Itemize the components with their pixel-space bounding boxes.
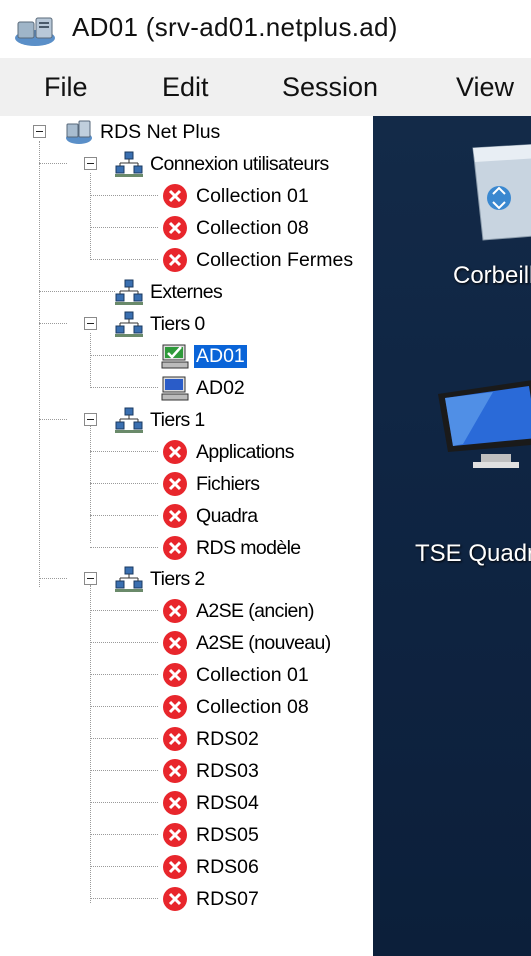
collapse-toggle[interactable] bbox=[84, 317, 97, 330]
error-icon bbox=[163, 536, 187, 560]
tree-item-label: RDS03 bbox=[196, 759, 259, 782]
tree-item[interactable]: Collection 08 bbox=[160, 691, 311, 723]
error-icon bbox=[163, 440, 187, 464]
tree-item-label: RDS02 bbox=[196, 727, 259, 750]
tree-item[interactable]: RDS05 bbox=[160, 819, 261, 851]
network-group-icon bbox=[115, 279, 143, 305]
menu-edit[interactable]: Edit bbox=[162, 72, 209, 103]
tree-group-label: Connexion utilisateurs bbox=[150, 152, 329, 175]
tree-item-label: Collection 08 bbox=[196, 216, 309, 239]
title-bar: AD01 (srv-ad01.netplus.ad) bbox=[0, 0, 531, 58]
tree-item-selected[interactable]: AD01 bbox=[160, 340, 248, 372]
tree-item[interactable]: Collection 01 bbox=[160, 659, 311, 691]
tree-item[interactable]: A2SE (nouveau) bbox=[160, 627, 333, 659]
network-group-icon bbox=[115, 566, 143, 592]
error-icon bbox=[163, 472, 187, 496]
monitor-icon[interactable] bbox=[433, 374, 531, 474]
collapse-toggle[interactable] bbox=[84, 157, 97, 170]
computer-icon bbox=[161, 376, 189, 401]
tree-item-label: AD02 bbox=[196, 376, 245, 399]
desktop-icon-label[interactable]: TSE Quadra bbox=[415, 540, 531, 568]
error-icon bbox=[163, 791, 187, 815]
tree-item-label: Fichiers bbox=[196, 472, 260, 495]
tree-item-label: RDS04 bbox=[196, 791, 259, 814]
session-tree[interactable]: RDS Net Plus Connexion utilisateurs Coll… bbox=[0, 116, 373, 956]
window-title: AD01 (srv-ad01.netplus.ad) bbox=[72, 12, 398, 42]
tree-group-label: Tiers 2 bbox=[150, 567, 205, 590]
remote-desktop-view[interactable]: Corbeille TSE Quadra bbox=[373, 116, 531, 956]
connected-computer-icon bbox=[161, 344, 189, 369]
error-icon bbox=[163, 599, 187, 623]
tree-item[interactable]: RDS03 bbox=[160, 755, 261, 787]
menu-bar: File Edit Session View bbox=[0, 58, 531, 116]
error-icon bbox=[163, 216, 187, 240]
error-icon bbox=[163, 823, 187, 847]
tree-item-label: Collection Fermes bbox=[196, 248, 354, 271]
tree-item[interactable]: RDS06 bbox=[160, 851, 261, 883]
tree-item[interactable]: Quadra bbox=[160, 500, 259, 532]
error-icon bbox=[163, 631, 187, 655]
tree-item[interactable]: A2SE (ancien) bbox=[160, 595, 316, 627]
desktop-icon-label[interactable]: Corbeille bbox=[453, 262, 531, 290]
tree-item-label: RDS modèle bbox=[196, 536, 301, 559]
tree-group-label: Tiers 0 bbox=[150, 312, 205, 335]
tree-item[interactable]: RDS04 bbox=[160, 787, 261, 819]
network-group-icon bbox=[115, 311, 143, 337]
server-group-icon bbox=[66, 120, 92, 144]
tree-group-label: Externes bbox=[150, 280, 223, 303]
error-icon bbox=[163, 184, 187, 208]
error-icon bbox=[163, 695, 187, 719]
error-icon bbox=[163, 759, 187, 783]
tree-item[interactable]: Collection 01 bbox=[160, 180, 311, 212]
menu-view[interactable]: View bbox=[456, 72, 514, 103]
collapse-toggle[interactable] bbox=[84, 413, 97, 426]
tree-item[interactable]: Collection Fermes bbox=[160, 244, 355, 276]
network-group-icon bbox=[115, 151, 143, 177]
tree-item[interactable]: RDS07 bbox=[160, 883, 261, 915]
error-icon bbox=[163, 248, 187, 272]
tree-item[interactable]: RDS02 bbox=[160, 723, 261, 755]
tree-item-label: RDS07 bbox=[196, 887, 259, 910]
menu-session[interactable]: Session bbox=[282, 72, 378, 103]
collapse-toggle[interactable] bbox=[33, 125, 46, 138]
tree-item-label: Applications bbox=[196, 440, 295, 463]
tree-item[interactable]: Fichiers bbox=[160, 468, 261, 500]
tree-item-label: AD01 bbox=[193, 343, 248, 369]
network-group-icon bbox=[115, 407, 143, 433]
tree-item-label: Quadra bbox=[196, 504, 258, 527]
error-icon bbox=[163, 727, 187, 751]
tree-item[interactable]: Applications bbox=[160, 436, 296, 468]
server-group-icon bbox=[15, 17, 55, 46]
tree-item[interactable]: Collection 08 bbox=[160, 212, 311, 244]
error-icon bbox=[163, 663, 187, 687]
tree-group-tiers-0[interactable]: Tiers 0 bbox=[114, 308, 207, 340]
error-icon bbox=[163, 887, 187, 911]
collapse-toggle[interactable] bbox=[84, 572, 97, 585]
tree-item-label: Collection 01 bbox=[196, 184, 309, 207]
tree-group-connexion[interactable]: Connexion utilisateurs bbox=[114, 148, 331, 180]
tree-item-label: Collection 08 bbox=[196, 695, 309, 718]
tree-item-label: RDS05 bbox=[196, 823, 259, 846]
tree-item-label: A2SE (nouveau) bbox=[196, 631, 331, 654]
tree-group-tiers-2[interactable]: Tiers 2 bbox=[114, 563, 207, 595]
tree-group-tiers-1[interactable]: Tiers 1 bbox=[114, 404, 207, 436]
menu-file[interactable]: File bbox=[44, 72, 88, 103]
tree-item-label: Collection 01 bbox=[196, 663, 309, 686]
error-icon bbox=[163, 504, 187, 528]
tree-item-label: A2SE (ancien) bbox=[196, 599, 315, 622]
tree-root-label: RDS Net Plus bbox=[100, 120, 221, 143]
tree-item-label: RDS06 bbox=[196, 855, 259, 878]
tree-group-externes[interactable]: Externes bbox=[114, 276, 224, 308]
tree-item[interactable]: AD02 bbox=[160, 372, 247, 404]
tree-root[interactable]: RDS Net Plus bbox=[64, 116, 222, 148]
recycle-bin-icon[interactable] bbox=[465, 136, 531, 246]
error-icon bbox=[163, 855, 187, 879]
tree-item[interactable]: RDS modèle bbox=[160, 532, 303, 564]
tree-group-label: Tiers 1 bbox=[150, 408, 205, 431]
